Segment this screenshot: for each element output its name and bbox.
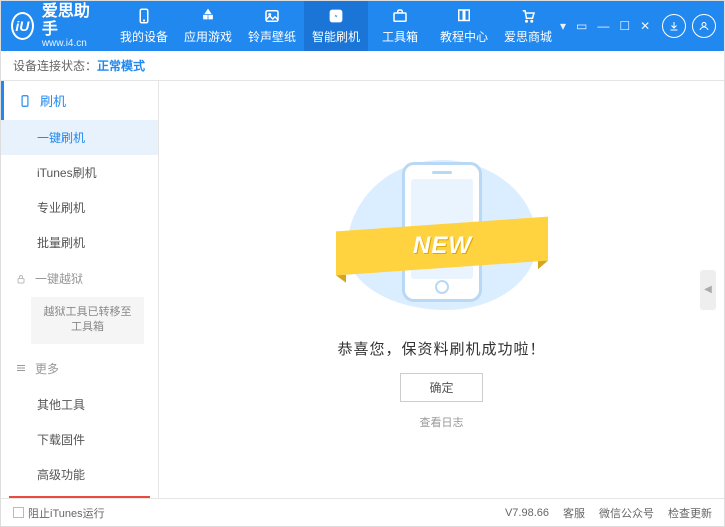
sidebar-flash-header[interactable]: 刷机 <box>1 81 158 120</box>
app-url: www.i4.cn <box>42 38 92 49</box>
status-value: 正常模式 <box>97 57 145 74</box>
nav-label: 铃声壁纸 <box>248 28 296 45</box>
sidebar-item-other-tools[interactable]: 其他工具 <box>1 387 158 422</box>
sidebar-header-label: 一键越狱 <box>35 270 83 287</box>
nav-label: 智能刷机 <box>312 28 360 45</box>
view-log-link[interactable]: 查看日志 <box>420 414 464 430</box>
toolbox-icon <box>391 7 409 25</box>
footer-link-support[interactable]: 客服 <box>563 505 585 521</box>
skin-icon[interactable]: ▭ <box>576 19 587 33</box>
nav-smart-flash[interactable]: 智能刷机 <box>304 1 368 51</box>
flash-icon <box>327 7 345 25</box>
sidebar-more-header[interactable]: 更多 <box>1 350 158 387</box>
footer-link-update[interactable]: 检查更新 <box>668 505 712 521</box>
device-icon <box>135 7 153 25</box>
logo-icon: iU <box>11 12 34 40</box>
version-label: V7.98.66 <box>505 507 549 519</box>
lock-icon <box>15 273 27 285</box>
success-message: 恭喜您，保资料刷机成功啦！ <box>337 338 545 359</box>
download-button[interactable] <box>662 14 686 38</box>
nav-label: 应用游戏 <box>184 28 232 45</box>
nav-apps-games[interactable]: 应用游戏 <box>176 1 240 51</box>
sidebar-item-download-fw[interactable]: 下载固件 <box>1 422 158 457</box>
main-content: NEW 恭喜您，保资料刷机成功啦！ 确定 查看日志 ◀ <box>159 81 724 498</box>
nav-label: 我的设备 <box>120 28 168 45</box>
window-controls: ▾ ▭ — ☐ ✕ <box>560 19 650 33</box>
ok-button[interactable]: 确定 <box>400 373 482 402</box>
titlebar: iU 爱思助手 www.i4.cn 我的设备 应用游戏 铃声壁纸 智能刷机 <box>1 1 724 51</box>
book-icon <box>455 7 473 25</box>
phone-icon <box>18 94 32 108</box>
nav-tutorials[interactable]: 教程中心 <box>432 1 496 51</box>
app-logo: iU 爱思助手 www.i4.cn <box>11 3 92 49</box>
status-label: 设备连接状态： <box>13 57 97 74</box>
nav-toolbox[interactable]: 工具箱 <box>368 1 432 51</box>
sidebar-jailbreak-header: 一键越狱 <box>1 260 158 297</box>
footer: 阻止iTunes运行 V7.98.66 客服 微信公众号 检查更新 <box>1 498 724 526</box>
connection-status-bar: 设备连接状态： 正常模式 <box>1 51 724 81</box>
sidebar-item-pro-flash[interactable]: 专业刷机 <box>1 190 158 225</box>
menu-icon[interactable]: ▾ <box>560 19 566 33</box>
sidebar: 刷机 一键刷机 iTunes刷机 专业刷机 批量刷机 一键越狱 越狱工具已转移至… <box>1 81 159 498</box>
sidebar-item-oneclick-flash[interactable]: 一键刷机 <box>1 120 158 155</box>
close-icon[interactable]: ✕ <box>640 19 650 33</box>
checkbox-icon <box>13 507 24 518</box>
success-illustration: NEW <box>342 150 542 320</box>
app-title: 爱思助手 <box>42 3 92 38</box>
nav-store[interactable]: 爱思商城 <box>496 1 560 51</box>
sidebar-item-batch-flash[interactable]: 批量刷机 <box>1 225 158 260</box>
minimize-icon[interactable]: — <box>597 19 609 33</box>
collapse-panel-button[interactable]: ◀ <box>700 270 716 310</box>
checkbox-block-itunes[interactable]: 阻止iTunes运行 <box>13 505 105 521</box>
nav-label: 爱思商城 <box>504 28 552 45</box>
sidebar-header-label: 刷机 <box>40 91 66 110</box>
apps-icon <box>199 7 217 25</box>
nav-my-device[interactable]: 我的设备 <box>112 1 176 51</box>
checkbox-label: 阻止iTunes运行 <box>28 505 105 521</box>
sidebar-item-itunes-flash[interactable]: iTunes刷机 <box>1 155 158 190</box>
nav-label: 教程中心 <box>440 28 488 45</box>
sidebar-item-advanced[interactable]: 高级功能 <box>1 457 158 492</box>
nav-label: 工具箱 <box>382 28 418 45</box>
cart-icon <box>519 7 537 25</box>
sidebar-header-label: 更多 <box>35 360 59 377</box>
maximize-icon[interactable]: ☐ <box>619 19 630 33</box>
top-nav: 我的设备 应用游戏 铃声壁纸 智能刷机 工具箱 教程中心 <box>112 1 560 51</box>
footer-link-wechat[interactable]: 微信公众号 <box>599 505 654 521</box>
jailbreak-note: 越狱工具已转移至工具箱 <box>31 297 144 344</box>
menu-icon <box>15 362 27 374</box>
user-button[interactable] <box>692 14 716 38</box>
nav-ringtones[interactable]: 铃声壁纸 <box>240 1 304 51</box>
image-icon <box>263 7 281 25</box>
